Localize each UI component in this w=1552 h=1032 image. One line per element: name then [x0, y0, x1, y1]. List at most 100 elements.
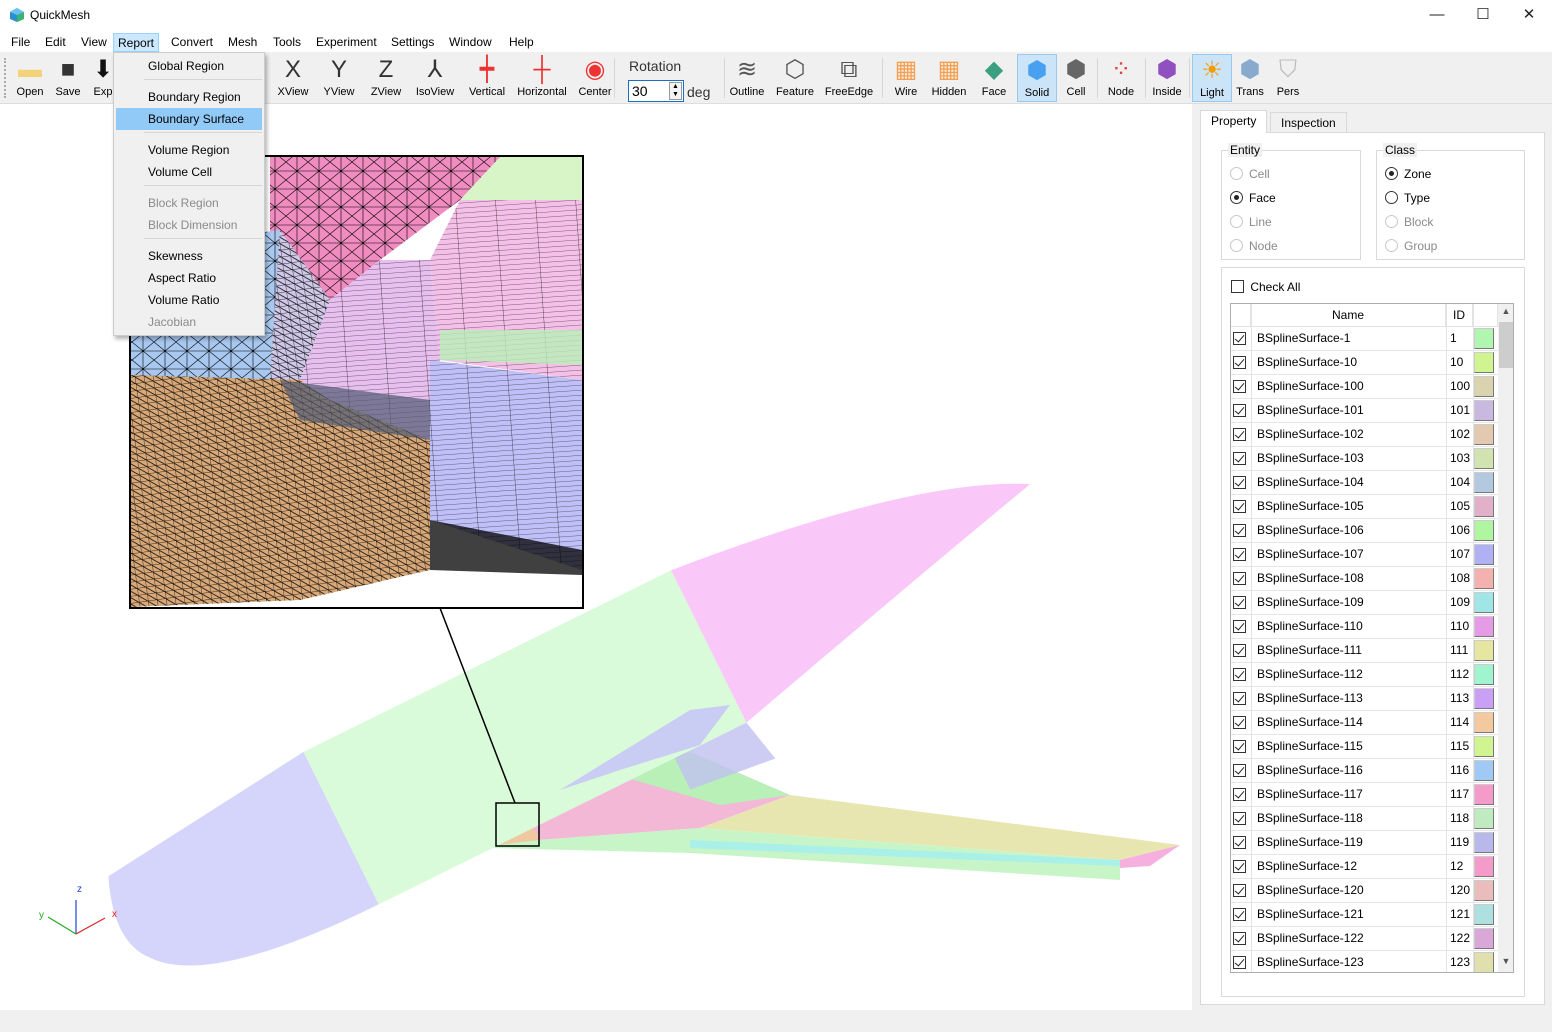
menu-item-boundary-region[interactable]: Boundary Region [116, 86, 262, 108]
menu-file[interactable]: File [7, 33, 34, 52]
row-color-swatch[interactable] [1474, 736, 1494, 757]
table-row[interactable]: BSplineSurface-108 108 [1231, 567, 1498, 591]
menu-report[interactable]: Report [113, 33, 160, 52]
row-checkbox[interactable] [1233, 500, 1246, 513]
menu-window[interactable]: Window [445, 33, 496, 52]
table-row[interactable]: BSplineSurface-120 120 [1231, 879, 1498, 903]
row-color-swatch[interactable] [1474, 496, 1494, 517]
toolbar-outline-button[interactable]: ≋ Outline [721, 54, 773, 102]
menu-item-volume-cell[interactable]: Volume Cell [116, 161, 262, 183]
toolbar-node-button[interactable]: ⁘ Node [1101, 54, 1141, 102]
toolbar-yview-button[interactable]: Y YView [319, 54, 359, 102]
maximize-button[interactable]: ☐ [1460, 0, 1506, 31]
row-checkbox[interactable] [1233, 620, 1246, 633]
row-checkbox[interactable] [1233, 740, 1246, 753]
row-checkbox[interactable] [1233, 356, 1246, 369]
toolbar-freeedge-button[interactable]: ⧉ FreeEdge [823, 54, 875, 102]
row-checkbox[interactable] [1233, 548, 1246, 561]
row-checkbox[interactable] [1233, 836, 1246, 849]
row-color-swatch[interactable] [1474, 880, 1494, 901]
row-checkbox[interactable] [1233, 860, 1246, 873]
table-row[interactable]: BSplineSurface-10 10 [1231, 351, 1498, 375]
menu-item-volume-ratio[interactable]: Volume Ratio [116, 289, 262, 311]
table-row[interactable]: BSplineSurface-112 112 [1231, 663, 1498, 687]
scroll-up-icon[interactable]: ▲ [1498, 306, 1513, 320]
table-row[interactable]: BSplineSurface-114 114 [1231, 711, 1498, 735]
menu-tools[interactable]: Tools [269, 33, 305, 52]
toolbar-face-button[interactable]: ◆ Face [974, 54, 1014, 102]
row-checkbox[interactable] [1233, 428, 1246, 441]
table-row[interactable]: BSplineSurface-102 102 [1231, 423, 1498, 447]
row-checkbox[interactable] [1233, 668, 1246, 681]
table-row[interactable]: BSplineSurface-118 118 [1231, 807, 1498, 831]
table-row[interactable]: BSplineSurface-116 116 [1231, 759, 1498, 783]
row-color-swatch[interactable] [1474, 712, 1494, 733]
table-row[interactable]: BSplineSurface-106 106 [1231, 519, 1498, 543]
row-color-swatch[interactable] [1474, 928, 1494, 949]
table-row[interactable]: BSplineSurface-100 100 [1231, 375, 1498, 399]
row-color-swatch[interactable] [1474, 856, 1494, 877]
scrollbar-thumb[interactable] [1499, 322, 1513, 368]
toolbar-light-button[interactable]: ☀ Light [1192, 54, 1232, 102]
row-checkbox[interactable] [1233, 572, 1246, 585]
toolbar-solid-button[interactable]: ⬢ Solid [1017, 54, 1057, 102]
toolbar-center-button[interactable]: ◉ Center [575, 54, 615, 102]
menu-view[interactable]: View [77, 33, 111, 52]
toolbar-open-button[interactable]: ▬ Open [10, 54, 50, 102]
row-checkbox[interactable] [1233, 956, 1246, 969]
table-row[interactable]: BSplineSurface-121 121 [1231, 903, 1498, 927]
radio-class-type[interactable]: Type [1385, 189, 1430, 207]
minimize-button[interactable]: — [1414, 0, 1460, 31]
table-row[interactable]: BSplineSurface-101 101 [1231, 399, 1498, 423]
toolbar-pers-button[interactable]: ⛉ Pers [1268, 54, 1308, 102]
table-row[interactable]: BSplineSurface-109 109 [1231, 591, 1498, 615]
row-color-swatch[interactable] [1474, 640, 1494, 661]
table-row[interactable]: BSplineSurface-122 122 [1231, 927, 1498, 951]
menu-item-boundary-surface[interactable]: Boundary Surface [116, 108, 262, 130]
table-row[interactable]: BSplineSurface-104 104 [1231, 471, 1498, 495]
toolbar-isoview-button[interactable]: ⅄ IsoView [409, 54, 461, 102]
row-checkbox[interactable] [1233, 452, 1246, 465]
table-row[interactable]: BSplineSurface-113 113 [1231, 687, 1498, 711]
row-color-swatch[interactable] [1474, 424, 1494, 445]
scroll-down-icon[interactable]: ▼ [1498, 956, 1513, 970]
row-color-swatch[interactable] [1474, 616, 1494, 637]
menu-item-volume-region[interactable]: Volume Region [116, 139, 262, 161]
row-checkbox[interactable] [1233, 644, 1246, 657]
row-color-swatch[interactable] [1474, 688, 1494, 709]
toolbar-hidden-button[interactable]: ▦ Hidden [929, 54, 969, 102]
toolbar-save-button[interactable]: ■ Save [48, 54, 88, 102]
row-checkbox[interactable] [1233, 476, 1246, 489]
row-checkbox[interactable] [1233, 764, 1246, 777]
row-checkbox[interactable] [1233, 884, 1246, 897]
rotation-spinner[interactable]: ▲ ▼ [669, 82, 682, 100]
id-column-header[interactable]: ID [1446, 304, 1473, 327]
row-color-swatch[interactable] [1474, 832, 1494, 853]
table-scrollbar[interactable]: ▲ ▼ [1498, 304, 1513, 972]
row-checkbox[interactable] [1233, 716, 1246, 729]
rotation-input[interactable]: 30 ▲ ▼ [628, 80, 684, 102]
menu-item-aspect-ratio[interactable]: Aspect Ratio [116, 267, 262, 289]
toolbar-horizontal-button[interactable]: ┼ Horizontal [516, 54, 568, 102]
row-color-swatch[interactable] [1474, 808, 1494, 829]
menu-help[interactable]: Help [505, 33, 538, 52]
menu-item-global-region[interactable]: Global Region [116, 55, 262, 77]
table-row[interactable]: BSplineSurface-107 107 [1231, 543, 1498, 567]
row-checkbox[interactable] [1233, 932, 1246, 945]
tab-property[interactable]: Property [1200, 110, 1268, 133]
toolbar-wire-button[interactable]: ▦ Wire [886, 54, 926, 102]
check-all-box[interactable] [1231, 280, 1244, 293]
tab-inspection[interactable]: Inspection [1270, 112, 1347, 133]
row-color-swatch[interactable] [1474, 448, 1494, 469]
row-color-swatch[interactable] [1474, 400, 1494, 421]
row-color-swatch[interactable] [1474, 952, 1494, 972]
name-column-header[interactable]: Name [1251, 304, 1446, 327]
toolbar-inside-button[interactable]: ⬢ Inside [1147, 54, 1187, 102]
toolbar-feature-button[interactable]: ⬡ Feature [769, 54, 821, 102]
row-color-swatch[interactable] [1474, 376, 1494, 397]
table-row[interactable]: BSplineSurface-123 123 [1231, 951, 1498, 972]
row-color-swatch[interactable] [1474, 592, 1494, 613]
toolbar-grip[interactable] [4, 58, 6, 98]
row-checkbox[interactable] [1233, 404, 1246, 417]
row-color-swatch[interactable] [1474, 568, 1494, 589]
